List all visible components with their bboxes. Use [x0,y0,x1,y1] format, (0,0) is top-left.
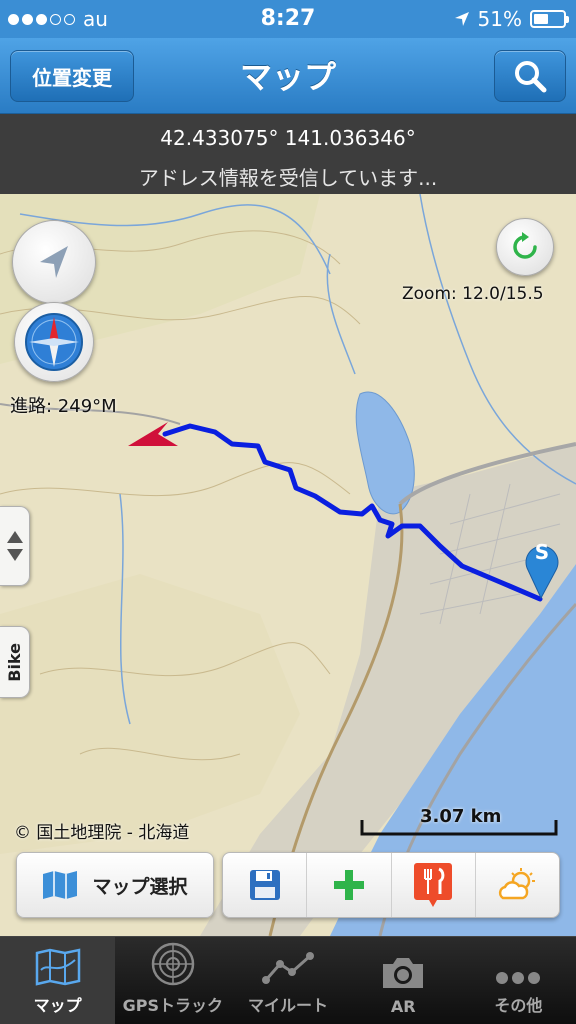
map-toolbar [222,852,560,918]
more-icon [496,972,541,984]
navigation-arrow-icon [40,246,68,278]
restaurant-button[interactable] [390,853,475,917]
tab-label: その他 [494,996,543,1015]
refresh-icon [513,232,537,259]
triangle-up-icon [6,531,23,543]
battery-percent: 51% [477,7,522,31]
tab-ar[interactable]: AR [346,937,461,1024]
map-view[interactable]: S Zoom: 12.0/15.5 進路: 249°M © 国土地理院 - 北海… [0,194,576,936]
save-button[interactable] [223,853,306,917]
weather-button[interactable] [474,853,559,917]
panel-toggle-tab[interactable] [0,506,30,586]
navigation-bar: 位置変更 マップ [0,38,576,114]
battery-icon [530,10,569,28]
coordinates: 42.433075° 141.036346° [160,126,416,150]
bike-mode-tab[interactable]: Bike [0,626,30,698]
tab-label: マップ [33,996,82,1015]
compass-icon [25,313,83,371]
radar-icon [151,942,195,986]
compass-button[interactable] [14,302,94,382]
location-services-icon [454,12,469,26]
page-title: マップ [239,58,336,96]
tab-gps-track[interactable]: GPSトラック [115,937,230,1024]
tab-bar: マップ GPSトラック マイルート AR その他 [0,936,576,1024]
tab-label: GPSトラック [122,996,223,1015]
camera-icon [383,958,424,988]
location-info-bar: 42.433075° 141.036346° アドレス情報を受信しています... [0,114,576,194]
triangle-down-icon [6,549,23,561]
address-status: アドレス情報を受信しています... [138,166,438,190]
search-button[interactable] [494,50,566,102]
refresh-button[interactable] [496,218,554,276]
search-icon [515,61,547,93]
map-select-button[interactable]: マップ選択 [16,852,214,918]
locate-button[interactable] [12,220,96,304]
map-copyright: © 国土地理院 - 北海道 [14,823,190,843]
tab-label: マイルート [248,996,329,1015]
tab-map[interactable]: マップ [0,937,116,1024]
battery-level [534,14,549,24]
map-icon [43,871,78,899]
route-icon [262,952,314,984]
tab-my-route[interactable]: マイルート [230,937,345,1024]
start-marker-label: S [534,540,550,564]
heading-readout: 進路: 249°M [10,396,117,417]
weather-icon [499,868,536,900]
restaurant-icon [414,863,453,907]
save-icon [249,870,280,900]
map-select-label: マップ選択 [92,875,188,898]
scale-label: 3.07 km [420,806,502,827]
status-bar: au 8:27 51% [0,0,576,38]
add-icon [333,870,364,900]
tab-label: AR [390,997,416,1016]
bike-mode-label: Bike [5,642,24,682]
zoom-level: Zoom: 12.0/15.5 [402,284,544,304]
map-icon [35,948,80,986]
tab-more[interactable]: その他 [461,937,576,1024]
add-button[interactable] [306,853,390,917]
